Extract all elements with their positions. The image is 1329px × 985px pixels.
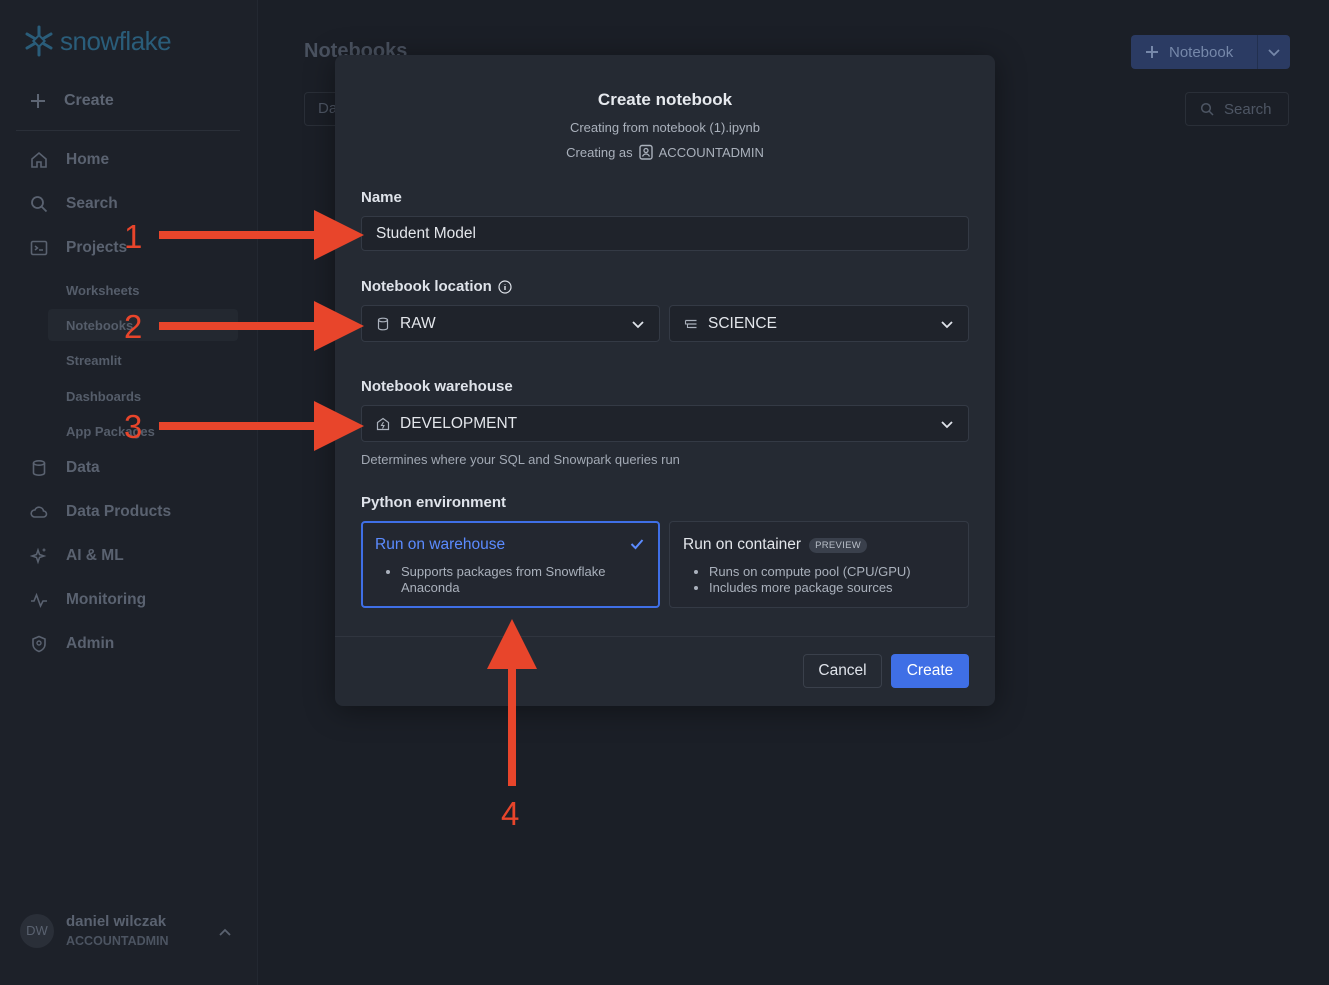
preview-badge: PREVIEW bbox=[809, 537, 867, 553]
run-on-container-title: Run on container bbox=[683, 536, 802, 553]
warehouse-hint: Determines where your SQL and Snowpark q… bbox=[361, 452, 680, 467]
create-label: Create bbox=[64, 92, 114, 109]
sidebar-divider bbox=[16, 130, 240, 131]
sidebar-item-data[interactable]: Data bbox=[30, 459, 100, 477]
schema-value: SCIENCE bbox=[708, 314, 777, 332]
sidebar-subitem-streamlit[interactable]: Streamlit bbox=[66, 353, 122, 368]
plus-icon bbox=[31, 94, 45, 108]
database-icon bbox=[377, 317, 389, 330]
terminal-icon bbox=[30, 240, 48, 256]
cloud-icon bbox=[30, 506, 48, 518]
chevron-down-icon bbox=[1268, 49, 1280, 57]
warehouse-value: DEVELOPMENT bbox=[400, 414, 518, 432]
sidebar-item-label: Data Products bbox=[66, 503, 172, 520]
info-icon[interactable] bbox=[498, 279, 512, 294]
user-badge-icon bbox=[638, 144, 653, 160]
search-placeholder: Search bbox=[1224, 100, 1272, 118]
database-select[interactable]: RAW bbox=[361, 305, 660, 342]
dialog-footer-divider bbox=[335, 636, 995, 637]
database-value: RAW bbox=[400, 314, 436, 332]
list-item: Supports packages from Snowflake bbox=[401, 564, 606, 580]
sidebar-item-label: AI & ML bbox=[66, 547, 124, 564]
run-on-container-title-row: Run on container PREVIEW bbox=[683, 536, 867, 554]
list-item: Anaconda bbox=[401, 580, 460, 595]
annotation-number: 2 bbox=[124, 308, 143, 345]
sidebar-item-search[interactable]: Search bbox=[30, 195, 118, 213]
home-icon bbox=[31, 151, 47, 168]
activity-icon bbox=[31, 592, 47, 609]
creating-as-role: ACCOUNTADMIN bbox=[658, 144, 764, 160]
avatar: DW bbox=[20, 913, 54, 948]
dialog-title: Create notebook bbox=[597, 90, 733, 109]
new-notebook-button[interactable]: Notebook bbox=[1131, 35, 1290, 69]
create-notebook-dialog: Create notebook Creating from notebook (… bbox=[335, 55, 995, 706]
search-input[interactable]: Search bbox=[1185, 92, 1289, 126]
sidebar-item-label: Data bbox=[66, 459, 100, 476]
sidebar-item-home[interactable]: Home bbox=[30, 151, 109, 169]
chevron-down-icon bbox=[941, 421, 953, 429]
python-env-label: Python environment bbox=[361, 494, 507, 511]
sidebar-item-label: Projects bbox=[66, 239, 128, 256]
sidebar-item-projects[interactable]: Projects bbox=[30, 239, 127, 257]
location-label: Notebook location bbox=[361, 278, 492, 295]
annotation-number: 1 bbox=[124, 218, 143, 255]
user-role: ACCOUNTADMIN bbox=[66, 934, 169, 948]
run-on-warehouse-details: Supports packages from Snowflake Anacond… bbox=[395, 564, 606, 596]
sidebar-item-admin[interactable]: Admin bbox=[30, 635, 114, 653]
dialog-source-file: Creating from notebook (1).ipynb bbox=[569, 120, 761, 135]
plus-icon bbox=[1146, 46, 1158, 58]
sidebar-subitem-worksheets[interactable]: Worksheets bbox=[66, 283, 139, 298]
cancel-button[interactable]: Cancel bbox=[803, 654, 882, 688]
snowflake-logo[interactable]: snowflake bbox=[22, 24, 172, 58]
sidebar-item-monitoring[interactable]: Monitoring bbox=[30, 591, 146, 609]
sidebar-item-ai-ml[interactable]: AI & ML bbox=[30, 547, 124, 565]
search-icon bbox=[31, 196, 48, 213]
sidebar-item-data-products[interactable]: Data Products bbox=[30, 503, 171, 521]
name-label: Name bbox=[361, 189, 402, 206]
sidebar-item-label: Admin bbox=[66, 635, 115, 652]
search-icon bbox=[1200, 102, 1214, 116]
schema-select[interactable]: SCIENCE bbox=[669, 305, 969, 342]
shield-icon bbox=[32, 635, 46, 653]
creating-as-prefix: Creating as bbox=[566, 144, 633, 160]
run-on-warehouse-option[interactable]: Run on warehouse Supports packages from … bbox=[361, 521, 660, 608]
snowflake-icon bbox=[25, 25, 53, 57]
sidebar-subitem-dashboards[interactable]: Dashboards bbox=[66, 389, 141, 404]
sidebar-item-label: Home bbox=[66, 151, 110, 168]
chevron-up-icon[interactable] bbox=[218, 926, 232, 940]
warehouse-icon bbox=[376, 417, 390, 430]
annotation-number: 4 bbox=[501, 795, 520, 832]
schema-icon bbox=[684, 319, 697, 328]
run-on-container-option[interactable]: Run on container PREVIEW Runs on compute… bbox=[669, 521, 969, 608]
list-item: Runs on compute pool (CPU/GPU) bbox=[709, 564, 911, 580]
create-button[interactable]: Create bbox=[30, 92, 114, 110]
database-icon bbox=[32, 459, 46, 477]
user-name: daniel wilczak bbox=[66, 913, 167, 930]
sidebar-item-label: Search bbox=[66, 195, 118, 212]
logo-text: snowflake bbox=[60, 25, 172, 56]
location-label-row: Notebook location bbox=[361, 278, 512, 295]
create-button[interactable]: Create bbox=[891, 654, 969, 688]
chevron-down-icon bbox=[941, 321, 953, 329]
annotation-number: 3 bbox=[124, 408, 143, 445]
user-menu[interactable]: DW daniel wilczak ACCOUNTADMIN bbox=[20, 913, 169, 948]
warehouse-select[interactable]: DEVELOPMENT bbox=[361, 405, 969, 442]
dialog-role-line: Creating as ACCOUNTADMIN bbox=[335, 144, 995, 160]
chevron-down-icon bbox=[632, 321, 644, 329]
list-item: Includes more package sources bbox=[709, 580, 911, 596]
sparkle-icon bbox=[30, 547, 47, 565]
warehouse-label: Notebook warehouse bbox=[361, 378, 513, 395]
new-notebook-label: Notebook bbox=[1169, 43, 1234, 61]
new-notebook-dropdown[interactable] bbox=[1258, 45, 1290, 59]
check-icon bbox=[630, 539, 644, 550]
sidebar-item-label: Monitoring bbox=[66, 591, 147, 608]
notebook-name-field[interactable]: Student Model bbox=[361, 216, 969, 251]
sidebar: snowflake Create Home Search Projects Wo… bbox=[0, 0, 258, 985]
run-on-container-details: Runs on compute pool (CPU/GPU) Includes … bbox=[703, 564, 911, 596]
run-on-warehouse-title: Run on warehouse bbox=[375, 536, 506, 553]
